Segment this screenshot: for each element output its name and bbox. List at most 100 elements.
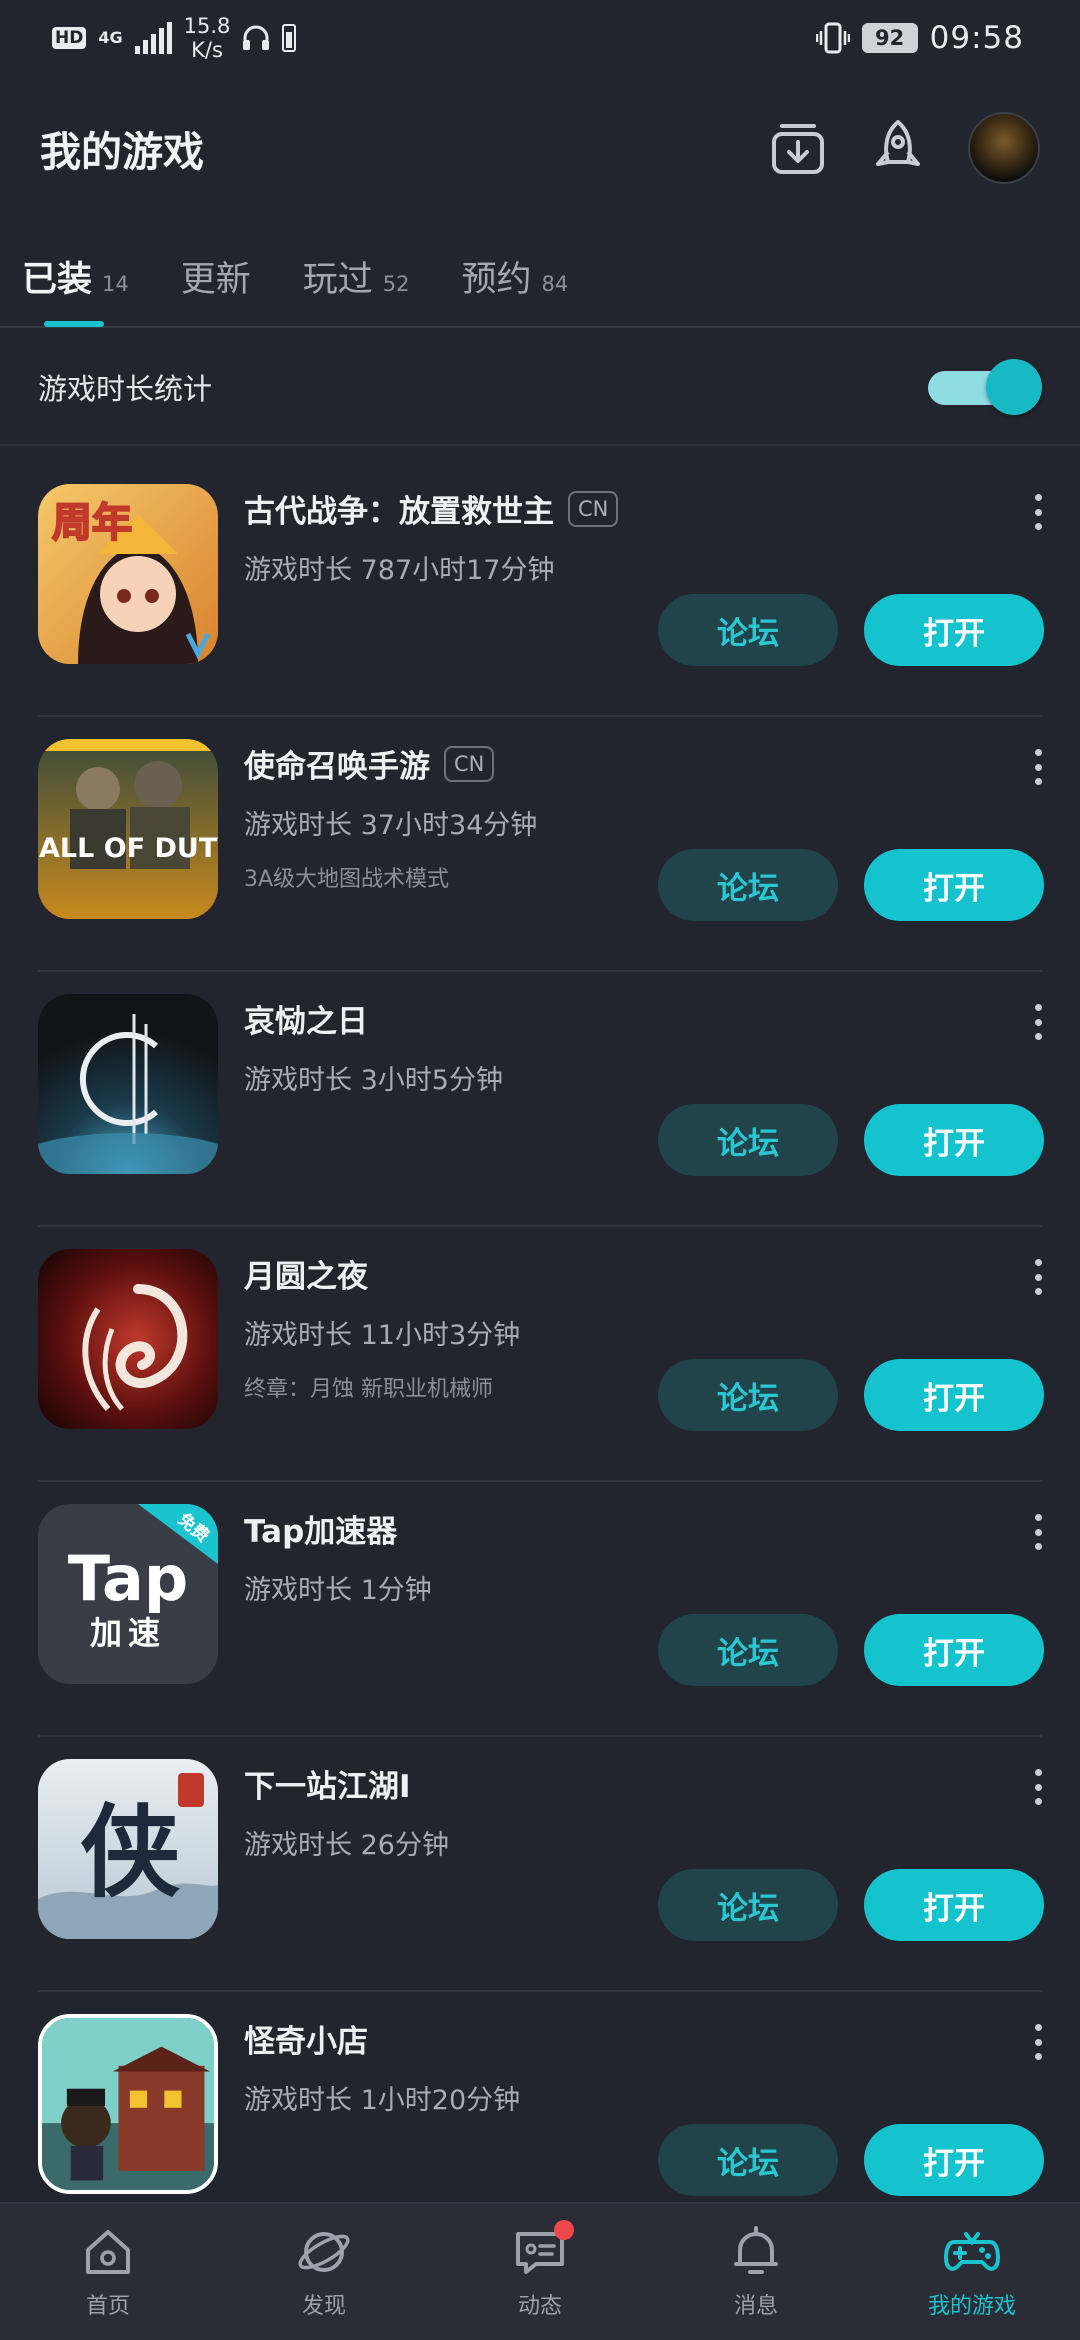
- discover-icon: [298, 2232, 350, 2272]
- tab-updates[interactable]: 更新: [181, 235, 251, 327]
- hd-indicator: HD: [52, 27, 87, 49]
- game-playtime: 游戏时长 1分钟: [244, 1575, 432, 1606]
- forum-button[interactable]: 论坛: [658, 594, 838, 666]
- game-playtime: 游戏时长 3小时5分钟: [244, 1065, 503, 1096]
- avatar[interactable]: [968, 112, 1040, 184]
- more-options-icon[interactable]: [1032, 494, 1044, 530]
- game-name: 哀恸之日: [244, 1004, 368, 1040]
- open-button[interactable]: 打开: [864, 2124, 1044, 2196]
- game-icon[interactable]: 周年: [38, 484, 218, 664]
- forum-button[interactable]: 论坛: [658, 1359, 838, 1431]
- forum-button[interactable]: 论坛: [658, 2124, 838, 2196]
- game-name: 使命召唤手游: [244, 749, 430, 785]
- game-playtime: 游戏时长 11小时3分钟: [244, 1320, 521, 1351]
- game-icon-subtext: 加速: [90, 1614, 166, 1652]
- nav-home[interactable]: 首页: [18, 2224, 198, 2320]
- forum-button[interactable]: 论坛: [658, 1614, 838, 1686]
- game-playtime: 游戏时长 26分钟: [244, 1830, 449, 1861]
- nav-label: 发现: [301, 2294, 346, 2319]
- open-button[interactable]: 打开: [864, 1869, 1044, 1941]
- gamepad-icon: [944, 2232, 1000, 2271]
- speed-value: 15.8: [183, 14, 231, 38]
- forum-button[interactable]: 论坛: [658, 1104, 838, 1176]
- list-item: 月圆之夜 游戏时长 11小时3分钟 终章：月蚀 新职业机械师 论坛 打开: [0, 1225, 1080, 1480]
- forum-button[interactable]: 论坛: [658, 1869, 838, 1941]
- tab-label: 更新: [180, 260, 251, 300]
- list-item: 侠 下一站江湖Ⅰ 游戏时长 26分钟 论坛 打开: [0, 1735, 1080, 1990]
- tab-label: 已装: [22, 260, 93, 300]
- game-description: 3A级大地图战术模式: [244, 867, 450, 892]
- game-icon-text: CALL OF DUTY: [38, 833, 218, 864]
- playtime-stat-label: 游戏时长统计: [38, 372, 213, 406]
- tab-label: 预约: [461, 260, 532, 300]
- speed-unit: K/s: [191, 38, 223, 62]
- more-options-icon[interactable]: [1032, 1259, 1044, 1295]
- rocket-icon: [876, 120, 920, 166]
- game-name: 古代战争：放置救世主: [244, 494, 554, 530]
- more-options-icon[interactable]: [1032, 1514, 1044, 1550]
- nav-label: 消息: [733, 2294, 778, 2319]
- list-item: 哀恸之日 游戏时长 3小时5分钟 论坛 打开: [0, 970, 1080, 1225]
- nav-messages[interactable]: 消息: [666, 2224, 846, 2320]
- tab-installed[interactable]: 已装 14: [22, 235, 129, 327]
- list-item: 周年 古代战争：放置救世主 CN 游戏时长 787小时17分钟 论坛 打开: [0, 460, 1080, 715]
- download-manager-button[interactable]: [768, 118, 828, 178]
- bottom-navigation: 首页 发现 动态 消息 我的游戏: [0, 2202, 1080, 2340]
- open-button[interactable]: 打开: [864, 849, 1044, 921]
- open-button[interactable]: 打开: [864, 594, 1044, 666]
- toggle-knob: [986, 359, 1042, 415]
- tab-count: 14: [102, 272, 129, 296]
- bell-icon: [734, 2226, 778, 2274]
- home-icon: [86, 2230, 130, 2274]
- open-button[interactable]: 打开: [864, 1614, 1044, 1686]
- open-button[interactable]: 打开: [864, 1104, 1044, 1176]
- game-icon-text: 侠: [80, 1793, 181, 1911]
- forum-button[interactable]: 论坛: [658, 849, 838, 921]
- game-name: 下一站江湖Ⅰ: [244, 1769, 411, 1805]
- nav-discover[interactable]: 发现: [234, 2224, 414, 2320]
- tab-count: 52: [382, 272, 410, 296]
- nav-label: 动态: [517, 2294, 562, 2319]
- boost-button[interactable]: [868, 118, 928, 178]
- page-title: 我的游戏: [40, 128, 204, 176]
- open-button[interactable]: 打开: [864, 1359, 1044, 1431]
- list-item: 免费 Tap 加速 Tap加速器 游戏时长 1分钟 论坛 打开: [0, 1480, 1080, 1735]
- nav-my-games[interactable]: 我的游戏: [882, 2224, 1062, 2320]
- game-icon[interactable]: [38, 2014, 218, 2194]
- game-description: 终章：月蚀 新职业机械师: [244, 1377, 493, 1402]
- playtime-stat-row: 游戏时长统计: [0, 330, 1080, 446]
- more-options-icon[interactable]: [1032, 1769, 1044, 1805]
- tab-label: 玩过: [302, 260, 373, 300]
- tab-reserved[interactable]: 预约 84: [462, 235, 569, 327]
- game-icon[interactable]: [38, 1249, 218, 1429]
- playtime-stat-toggle[interactable]: [924, 359, 1042, 415]
- game-icon-text: 周年: [52, 500, 132, 546]
- more-options-icon[interactable]: [1032, 749, 1044, 785]
- vibrate-icon: [815, 22, 850, 54]
- network-speed: 15.8 K/s: [184, 14, 231, 62]
- game-name: Tap加速器: [244, 1514, 398, 1550]
- network-type: 4G: [98, 28, 123, 47]
- clock: 09:58: [929, 20, 1024, 56]
- game-name: 月圆之夜: [244, 1259, 368, 1295]
- nav-label: 我的游戏: [927, 2294, 1016, 2319]
- game-icon[interactable]: 侠: [38, 1759, 218, 1939]
- more-options-icon[interactable]: [1032, 1004, 1044, 1040]
- game-icon[interactable]: [38, 994, 218, 1174]
- more-options-icon[interactable]: [1032, 2024, 1044, 2060]
- game-icon[interactable]: CALL OF DUTY: [38, 739, 218, 919]
- game-icon[interactable]: 免费 Tap 加速: [38, 1504, 218, 1684]
- nav-feed[interactable]: 动态: [450, 2220, 630, 2320]
- game-playtime: 游戏时长 1小时20分钟: [244, 2085, 521, 2116]
- battery-level: 92: [861, 23, 918, 53]
- game-playtime: 游戏时长 37小时34分钟: [244, 810, 538, 841]
- list-item: CALL OF DUTY 使命召唤手游 CN 游戏时长 37小时34分钟 3A级…: [0, 715, 1080, 970]
- notification-dot: [554, 2220, 574, 2240]
- tab-bar: 已装 14 更新 玩过 52 预约 84: [0, 236, 1080, 328]
- tab-played[interactable]: 玩过 52: [303, 235, 410, 327]
- signal-icon: [134, 22, 172, 54]
- download-icon: [772, 124, 824, 174]
- region-badge: CN: [444, 745, 495, 782]
- device-battery-icon: [282, 24, 297, 52]
- game-playtime: 游戏时长 787小时17分钟: [244, 555, 555, 586]
